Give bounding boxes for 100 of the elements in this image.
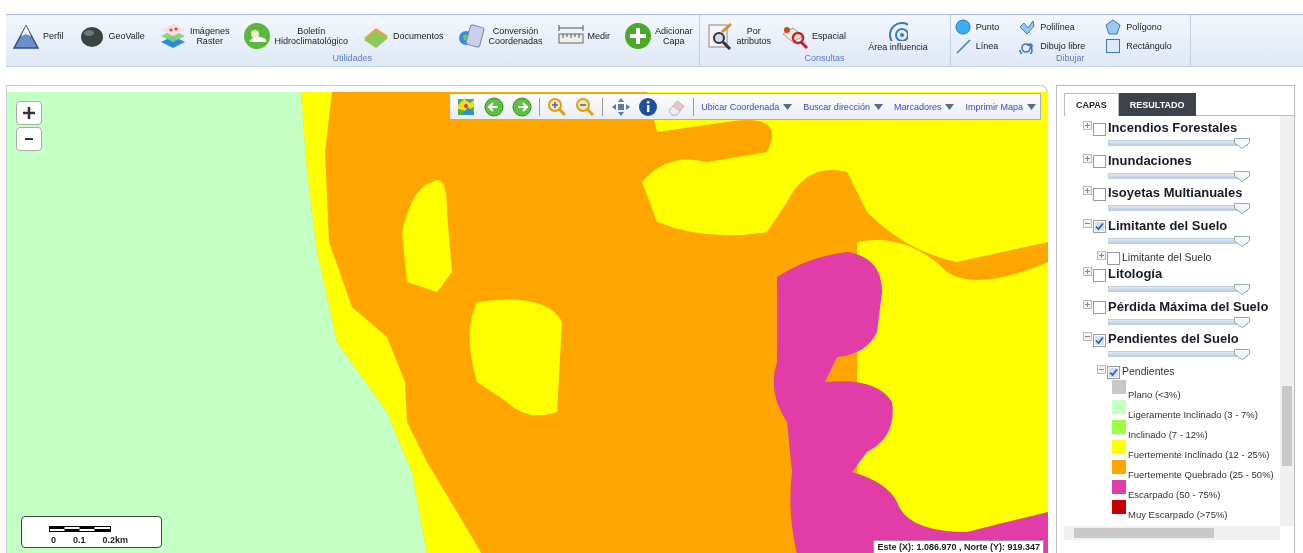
buffer-icon (887, 20, 908, 41)
opacity-slider[interactable] (1108, 351, 1248, 357)
collapse-icon[interactable] (1083, 332, 1092, 341)
ribbon-button[interactable]: GeoValle (75, 22, 147, 50)
opacity-slider[interactable] (1108, 172, 1248, 179)
layer-name: Pérdida Máxima del Suelo (1108, 298, 1269, 314)
polyline-icon (1019, 18, 1036, 35)
collapse-icon[interactable] (1083, 218, 1092, 228)
legend-label: Inclinado (7 - 12%) (1128, 428, 1208, 440)
zoom-out-icon (575, 96, 596, 117)
ribbon-button[interactable]: Perfil (10, 22, 66, 50)
checkbox[interactable] (1093, 187, 1106, 201)
slider-thumb[interactable] (1233, 138, 1250, 149)
ribbon-button[interactable]: Polilínea (1019, 18, 1086, 35)
forward-arrow-button[interactable] (511, 95, 533, 118)
slider-thumb[interactable] (1233, 203, 1250, 214)
zoom-out-button[interactable] (16, 127, 42, 151)
pentagon-icon (1105, 18, 1122, 35)
scale-label: 0.2km (102, 535, 129, 545)
legend-label: Ligeramente Inclinado (3 - 7%) (1128, 408, 1258, 420)
group-label: Consultas (804, 54, 845, 63)
pan-icon (610, 96, 631, 117)
zoom-in-icon (547, 96, 568, 117)
legend-label: Fuertemente Inclinado (12 - 25%) (1128, 448, 1270, 460)
caret-icon (783, 103, 793, 110)
ribbon-button[interactable]: Rectángulo (1105, 37, 1172, 54)
expand-icon[interactable] (1097, 251, 1106, 260)
ribbon-button[interactable]: Imágenes Raster (156, 22, 232, 50)
checkbox[interactable] (1093, 333, 1106, 347)
toolbar-menu[interactable]: Marcadores (893, 101, 959, 112)
map-icon (456, 96, 477, 117)
caret-icon (945, 103, 955, 110)
back-arrow-button[interactable] (483, 95, 505, 118)
group-label: Utilidades (332, 54, 373, 63)
scale-label: 0 (51, 535, 56, 545)
checkbox[interactable] (1093, 155, 1106, 168)
horizontal-scrollbar[interactable] (1064, 526, 1280, 540)
plus-icon (624, 22, 653, 50)
scale-ruler-icon (49, 526, 111, 532)
expand-icon[interactable] (1083, 153, 1092, 163)
layer-name: Pendientes del Suelo (1108, 331, 1239, 346)
layer-name: Isoyetas Multianuales (1108, 185, 1243, 200)
slider-thumb[interactable] (1233, 170, 1250, 182)
ribbon-button[interactable]: Medir (554, 22, 613, 50)
checkbox[interactable] (1093, 122, 1106, 136)
expand-icon[interactable] (1083, 267, 1092, 276)
ribbon-button[interactable]: Punto (954, 18, 1000, 35)
ribbon-button[interactable]: Boletín Hidroclimatológico (241, 22, 350, 50)
ribbon-button[interactable]: Dibujo libre (1019, 37, 1086, 54)
legend-label: Plano (<3%) (1128, 388, 1181, 400)
ribbon-button[interactable]: Espacial (779, 22, 849, 50)
mountain-icon (12, 22, 40, 50)
toolbar-menu[interactable]: Ubicar Coordenada (701, 101, 797, 112)
ribbon-button[interactable]: Adicionar Capa (622, 22, 695, 50)
slider-thumb[interactable] (1233, 235, 1250, 247)
point-icon (954, 18, 971, 35)
ribbon-button[interactable]: Área influencia (854, 20, 946, 52)
checkbox[interactable] (1093, 301, 1106, 314)
opacity-slider[interactable] (1108, 140, 1248, 146)
checkbox[interactable] (1093, 268, 1106, 282)
opacity-slider[interactable] (1108, 237, 1248, 244)
group-label: Dibujar (1055, 54, 1085, 63)
layer-name: Limitante del Suelo (1108, 217, 1228, 233)
toolbar-menu[interactable]: Buscar dirección (803, 101, 887, 112)
info-button[interactable] (638, 95, 659, 118)
legend-label: Escarpado (50 - 75%) (1128, 488, 1221, 500)
plus-icon (22, 106, 36, 120)
ribbon-button[interactable]: Polígono (1105, 18, 1172, 35)
slider-thumb[interactable] (1233, 316, 1250, 328)
expand-icon[interactable] (1083, 186, 1092, 195)
search-document-icon (705, 22, 734, 50)
collapse-icon[interactable] (1097, 364, 1106, 374)
legend-label: Fuertemente Quebrado (25 - 50%) (1128, 468, 1274, 480)
zoom-in-button[interactable] (16, 101, 42, 125)
scale-label: 0.1 (73, 535, 86, 545)
ribbon-button[interactable]: Por atributos (703, 22, 774, 50)
opacity-slider[interactable] (1108, 318, 1248, 325)
panel-tab[interactable]: CAPAS (1064, 93, 1119, 116)
opacity-slider[interactable] (1108, 286, 1248, 292)
vertical-scrollbar[interactable] (1280, 116, 1294, 526)
layer-name: Pendientes (1122, 364, 1175, 377)
expand-icon[interactable] (1083, 121, 1092, 130)
line-icon (954, 37, 971, 54)
info-icon (638, 96, 659, 117)
ribbon-button[interactable]: Documentos (359, 22, 446, 50)
checkbox[interactable] (1093, 220, 1106, 233)
opacity-slider[interactable] (1108, 205, 1248, 211)
slider-thumb[interactable] (1233, 349, 1250, 360)
slider-thumb[interactable] (1233, 284, 1250, 295)
ribbon-button[interactable]: Conversión Coordenadas (455, 22, 545, 50)
expand-icon[interactable] (1083, 299, 1092, 309)
ribbon-button[interactable]: Línea (954, 37, 1000, 54)
coordinate-readout: Este (X): 1.086.970 , Norte (Y): 919.347 (873, 540, 1044, 553)
panel-tab[interactable]: RESULTADO (1118, 93, 1196, 116)
checkbox[interactable] (1107, 365, 1120, 379)
layer-name: Litología (1108, 266, 1163, 281)
toolbar-menu[interactable]: Imprimir Mapa (965, 101, 1040, 112)
caret-icon (1026, 103, 1036, 110)
layer-name: Inundaciones (1108, 152, 1192, 168)
checkbox[interactable] (1107, 252, 1120, 265)
